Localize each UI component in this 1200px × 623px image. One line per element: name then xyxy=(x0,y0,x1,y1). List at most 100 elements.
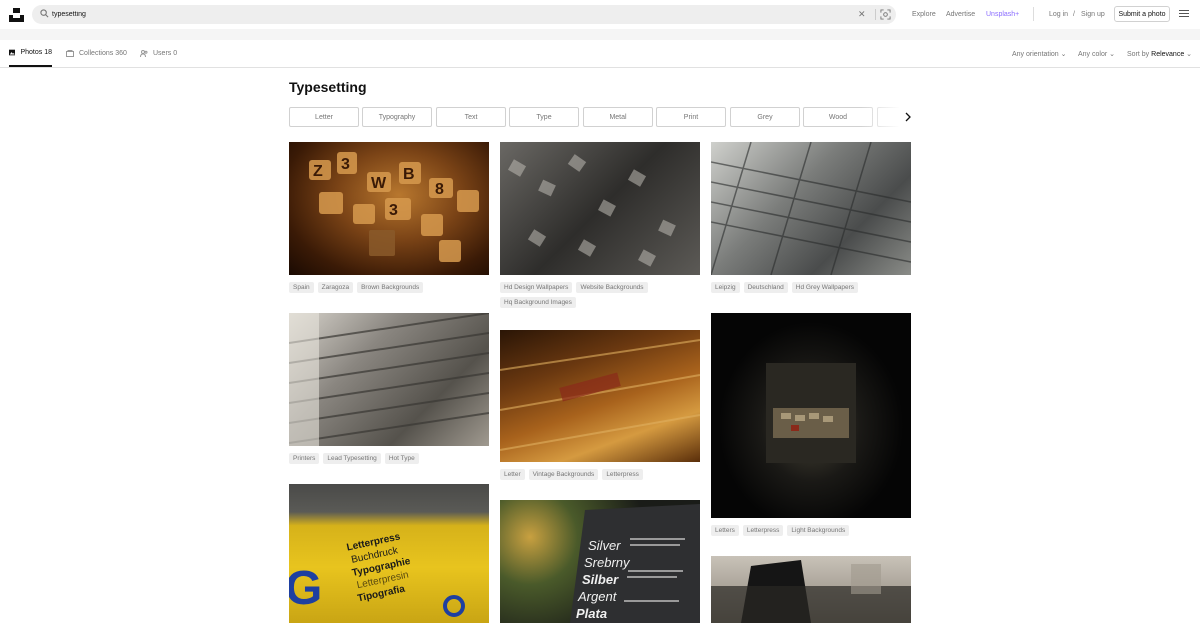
photo-tag[interactable]: Leipzig xyxy=(711,282,740,293)
photo-tag[interactable]: Hq Background Images xyxy=(500,297,576,308)
color-filter[interactable]: Any color ⌄ xyxy=(1078,50,1115,58)
photo-yellow-poster[interactable]: Letterpress Buchdruck Typographie Letter… xyxy=(289,484,489,623)
photo-tag[interactable]: Zaragoza xyxy=(317,282,354,293)
svg-text:3: 3 xyxy=(341,156,350,173)
unsplash-logo-icon[interactable] xyxy=(9,8,24,22)
photo-type-case-1[interactable] xyxy=(289,313,489,446)
users-icon xyxy=(140,50,148,57)
photo-metal-type-2[interactable] xyxy=(711,142,911,275)
photo-tag[interactable]: Vintage Backgrounds xyxy=(528,469,599,480)
hamburger-menu-icon[interactable] xyxy=(1179,10,1189,18)
visual-search-icon[interactable] xyxy=(880,9,891,20)
photo-tag[interactable]: Letterpress xyxy=(602,469,643,480)
related-searches: Letter Typography Text Type Metal Print … xyxy=(289,107,899,127)
chevron-down-icon: ⌄ xyxy=(1186,51,1193,58)
nav-explore[interactable]: Explore xyxy=(912,10,936,19)
orientation-filter-label: Any orientation xyxy=(1012,51,1059,58)
nav-login[interactable]: Log in xyxy=(1049,10,1068,19)
photo-tag[interactable]: Printers xyxy=(289,453,320,464)
card-text-line: Silver xyxy=(588,538,621,553)
page-title: Typesetting xyxy=(289,79,367,95)
search-icon xyxy=(40,9,49,18)
photo-icon xyxy=(9,49,16,56)
photo-wood-type-1[interactable]: Z3WB83 xyxy=(289,142,489,275)
photo-tag[interactable]: Hd Grey Wallpapers xyxy=(791,282,859,293)
yellow-poster-illustration: Letterpress Buchdruck Typographie Letter… xyxy=(289,531,465,617)
orientation-filter[interactable]: Any orientation ⌄ xyxy=(1012,50,1067,58)
top-bar: ✕ Explore Advertise Unsplash+ Log in / S… xyxy=(0,0,1200,29)
photo-tag[interactable]: Website Backgrounds xyxy=(576,282,648,293)
photo-tag[interactable]: Light Backgrounds xyxy=(787,525,850,536)
nav-signup[interactable]: Sign up xyxy=(1081,10,1105,19)
related-chip[interactable]: Metal xyxy=(583,107,653,127)
nav-slash: / xyxy=(1073,11,1075,18)
photo-tag[interactable]: Spain xyxy=(289,282,314,293)
metal-type-illustration xyxy=(507,154,676,267)
related-chip[interactable]: Letter xyxy=(289,107,359,127)
photo-press-machine[interactable] xyxy=(711,556,911,623)
collection-icon xyxy=(66,50,74,57)
svg-text:Z: Z xyxy=(313,163,323,180)
photo-tag[interactable]: Hot Type xyxy=(384,453,419,464)
related-chip[interactable]: Grey xyxy=(730,107,800,127)
photo-tag[interactable]: Letterpress xyxy=(742,525,784,536)
silver-card-illustration: Silver Srebrny Silber Argent Plata xyxy=(570,504,700,623)
metal-type-grid-illustration xyxy=(711,142,911,275)
related-chip[interactable]: Typography xyxy=(362,107,432,127)
tab-users-label: Users xyxy=(153,50,172,57)
card-text-line: Silber xyxy=(582,572,619,587)
sort-prefix: Sort by xyxy=(1127,51,1150,58)
nav-advertise[interactable]: Advertise xyxy=(946,10,975,19)
photo-tags: Spain Zaragoza Brown Backgrounds xyxy=(289,282,489,293)
tab-users[interactable]: Users 0 xyxy=(140,40,177,67)
photo-dark-press[interactable] xyxy=(711,313,911,518)
photo-tags: Printers Lead Typesetting Hot Type xyxy=(289,453,489,464)
chevron-down-icon: ⌄ xyxy=(1060,51,1067,58)
related-chip[interactable]: Text xyxy=(436,107,506,127)
sort-filter[interactable]: Sort by Relevance ⌄ xyxy=(1127,50,1192,58)
search-divider xyxy=(875,9,876,20)
svg-text:W: W xyxy=(371,175,387,192)
result-tabs: Photos 18 Collections 360 Users 0 Any or… xyxy=(0,40,1200,68)
header-band xyxy=(0,29,1200,40)
photo-tags: Letters Letterpress Light Backgrounds xyxy=(711,525,911,536)
tab-photos[interactable]: Photos 18 xyxy=(9,40,52,67)
photo-tag[interactable]: Brown Backgrounds xyxy=(357,282,424,293)
svg-text:8: 8 xyxy=(435,181,444,198)
tab-collections[interactable]: Collections 360 xyxy=(66,40,127,67)
printing-press-illustration xyxy=(766,363,856,463)
photo-metal-type-1[interactable] xyxy=(500,142,700,275)
card-text-line: Srebrny xyxy=(584,555,631,570)
nav-unsplash-plus[interactable]: Unsplash+ xyxy=(986,10,1019,19)
card-text-line: Argent xyxy=(577,589,618,604)
photo-wood-drawer[interactable] xyxy=(500,330,700,462)
tab-collections-label: Collections xyxy=(79,50,114,57)
nav-divider xyxy=(1033,7,1034,21)
photo-silver-card[interactable]: Silver Srebrny Silber Argent Plata xyxy=(500,500,700,623)
search-bar[interactable]: ✕ xyxy=(32,5,896,24)
sort-value: Relevance xyxy=(1151,51,1185,58)
photo-tags: Letter Vintage Backgrounds Letterpress xyxy=(500,469,700,480)
photo-tags: Hd Design Wallpapers Website Backgrounds… xyxy=(500,282,700,308)
svg-text:3: 3 xyxy=(389,202,398,219)
photo-tag[interactable]: Lead Typesetting xyxy=(323,453,381,464)
submit-photo-button[interactable]: Submit a photo xyxy=(1114,6,1170,22)
related-chip[interactable]: Type xyxy=(509,107,579,127)
wood-type-illustration: Z 3WB83 xyxy=(309,152,479,262)
chips-fade xyxy=(860,107,900,127)
chevron-right-icon[interactable] xyxy=(904,111,912,123)
svg-text:B: B xyxy=(403,166,415,183)
poster-ring xyxy=(443,595,465,617)
related-chip[interactable]: Print xyxy=(656,107,726,127)
clear-search-icon[interactable]: ✕ xyxy=(858,8,866,20)
photo-tag[interactable]: Letters xyxy=(711,525,739,536)
search-input[interactable] xyxy=(52,6,832,23)
tab-users-count: 0 xyxy=(173,50,178,57)
tab-photos-label: Photos xyxy=(20,49,43,56)
press-machine-illustration xyxy=(711,560,911,623)
photo-tag[interactable]: Deutschland xyxy=(743,282,788,293)
chevron-down-icon: ⌄ xyxy=(1109,51,1116,58)
card-text-line: Plata xyxy=(576,606,607,621)
photo-tag[interactable]: Hd Design Wallpapers xyxy=(500,282,573,293)
photo-tag[interactable]: Letter xyxy=(500,469,525,480)
